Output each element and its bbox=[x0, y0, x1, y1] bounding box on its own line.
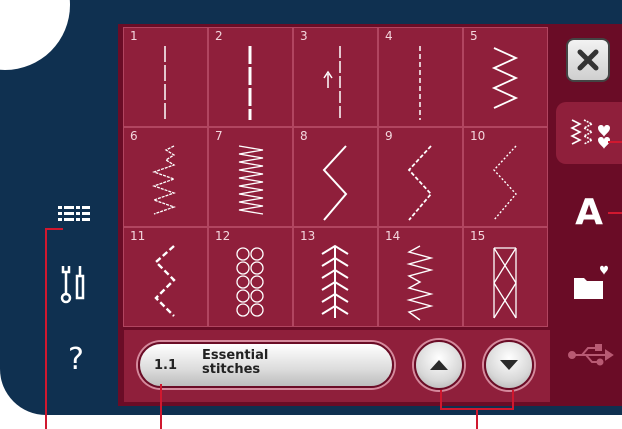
callout-line-stitch-menu bbox=[45, 228, 47, 429]
bottom-bar: 1.1 Essential stitches bbox=[124, 330, 550, 402]
stitch-cell-9[interactable]: 9 bbox=[378, 127, 463, 227]
zigzag-stitch-icon bbox=[491, 47, 519, 109]
basting-stitch-icon bbox=[419, 46, 421, 120]
font-tab-icon: A bbox=[575, 192, 603, 233]
tab-files[interactable] bbox=[556, 254, 622, 316]
stitch-cell-8[interactable]: 8 bbox=[293, 127, 378, 227]
stitch-menu-icon[interactable] bbox=[56, 200, 92, 230]
stitch-cell-10[interactable]: 10 bbox=[463, 127, 548, 227]
feather-stitch-icon bbox=[321, 244, 349, 318]
stitch-cell-5[interactable]: 5 bbox=[463, 27, 548, 127]
tab-stitches[interactable] bbox=[556, 102, 622, 164]
folder-tab-icon bbox=[574, 265, 608, 299]
arrow-down-icon bbox=[500, 360, 518, 370]
stitches-tab-icon bbox=[570, 119, 610, 149]
stitch-cell-12[interactable]: 12 bbox=[208, 227, 293, 327]
callout-line-stitch-menu-h bbox=[45, 228, 63, 230]
scroll-down-button[interactable] bbox=[484, 340, 534, 390]
cross-stitch-icon bbox=[493, 247, 517, 319]
reverse-straight-stitch-icon bbox=[323, 46, 341, 120]
tab-panel: A bbox=[556, 24, 622, 406]
stitch-cell-13[interactable]: 13 bbox=[293, 227, 378, 327]
usb-tab-icon bbox=[568, 344, 614, 366]
arrow-up-icon bbox=[430, 360, 448, 370]
stitch-cell-11[interactable]: 11 bbox=[123, 227, 208, 327]
settings-tools-icon[interactable] bbox=[58, 262, 90, 306]
overcast-stitch-icon bbox=[154, 245, 176, 317]
blind-hem-stitch-icon bbox=[406, 245, 434, 321]
triple-straight-stitch-icon bbox=[248, 46, 252, 120]
callout-line-selector bbox=[160, 384, 162, 429]
multistep-zigzag-icon bbox=[152, 145, 176, 215]
stitch-cell-4[interactable]: 4 bbox=[378, 27, 463, 127]
stitch-cell-2[interactable]: 2 bbox=[208, 27, 293, 127]
satin-stitch-icon bbox=[238, 145, 264, 215]
stitch-grid: 1 2 3 4 5 6 7 8 9 10 11 12 13 14 15 bbox=[123, 27, 550, 327]
stitch-cell-7[interactable]: 7 bbox=[208, 127, 293, 227]
stitch-cell-14[interactable]: 14 bbox=[378, 227, 463, 327]
close-button[interactable] bbox=[566, 38, 610, 82]
menu-code: 1.1 bbox=[154, 358, 178, 373]
callout-line-arrows-l bbox=[440, 390, 442, 409]
stitch-cell-15[interactable]: 15 bbox=[463, 227, 548, 327]
stitch-cell-6[interactable]: 6 bbox=[123, 127, 208, 227]
callout-line-arrows-r bbox=[512, 390, 514, 409]
touch-screen: 1 2 3 4 5 6 7 8 9 10 11 12 13 14 15 1.1 … bbox=[118, 24, 622, 406]
callout-line-stitches-tab bbox=[608, 141, 622, 143]
honeycomb-stitch-icon bbox=[236, 247, 264, 317]
three-step-zigzag-icon bbox=[407, 145, 433, 221]
menu-selector-button[interactable]: 1.1 Essential stitches bbox=[138, 342, 394, 388]
help-icon[interactable]: ? bbox=[62, 340, 90, 380]
scroll-up-button[interactable] bbox=[414, 340, 464, 390]
wide-zigzag-icon bbox=[322, 145, 348, 221]
callout-line-arrows-v bbox=[476, 408, 478, 429]
stitch-cell-1[interactable]: 1 bbox=[123, 27, 208, 127]
tab-usb[interactable] bbox=[556, 324, 622, 386]
stitch-cell-3[interactable]: 3 bbox=[293, 27, 378, 127]
callout-line-font-tab bbox=[608, 212, 622, 214]
help-label: ? bbox=[68, 342, 84, 377]
device-frame: ? 1 2 3 4 5 6 7 8 9 10 11 12 13 14 15 1.… bbox=[0, 0, 622, 415]
menu-label: Essential stitches bbox=[202, 348, 269, 377]
close-icon bbox=[577, 49, 599, 71]
straight-stitch-icon bbox=[164, 46, 166, 120]
elastic-zigzag-icon bbox=[493, 145, 517, 221]
